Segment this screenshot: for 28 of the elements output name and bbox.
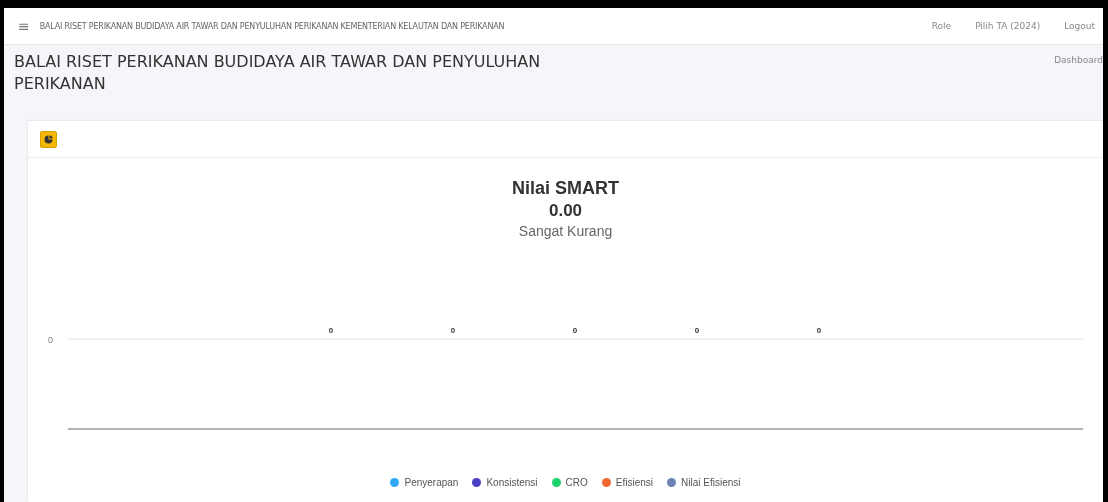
legend-item[interactable]: Penyerapan xyxy=(390,477,459,488)
breadcrumb-link[interactable]: Dashboard xyxy=(1054,51,1103,121)
rating-label: Sangat Kurang xyxy=(518,223,613,239)
axis-tick-label: 0 xyxy=(48,335,53,345)
data-label: 0 xyxy=(816,326,822,335)
data-label: 0 xyxy=(694,326,700,335)
data-label: 0 xyxy=(328,326,334,335)
chart-toggle-button[interactable] xyxy=(40,130,57,148)
chart-title: Nilai SMART xyxy=(512,178,619,199)
legend-item[interactable]: Konsistensi xyxy=(472,477,538,488)
site-title: BALAI RISET PERIKANAN BUDIDAYA AIR TAWAR DAN PENYULUHAN PERIKANAN KEMENTERIAN KELAUTAN DAN PERIKANAN xyxy=(39,21,506,31)
menu-icon[interactable]: ≡ xyxy=(18,18,30,34)
legend-label: Penyerapan xyxy=(404,477,459,488)
pie-chart-icon xyxy=(44,134,53,144)
data-label: 0 xyxy=(450,326,456,335)
nav-link[interactable]: Role xyxy=(931,21,952,31)
score-value: 0.00 xyxy=(548,201,583,221)
legend-item[interactable]: Efisiensi xyxy=(601,477,654,488)
legend-label: CRO xyxy=(565,477,588,488)
nav-link[interactable]: Pilih TA (2024) xyxy=(975,21,1041,31)
data-label: 0 xyxy=(572,326,578,335)
page-title: BALAI RISET PERIKANAN BUDIDAYA AIR TAWAR DAN PENYULUHAN PERIKANAN xyxy=(14,51,542,95)
legend-label: Nilai Efisiensi xyxy=(681,477,741,488)
legend-item[interactable]: Nilai Efisiensi xyxy=(667,477,741,488)
legend-item[interactable]: CRO xyxy=(551,477,588,488)
legend-label: Konsistensi xyxy=(486,477,538,488)
nav-link[interactable]: Logout xyxy=(1064,21,1095,31)
legend-label: Efisiensi xyxy=(615,477,654,488)
